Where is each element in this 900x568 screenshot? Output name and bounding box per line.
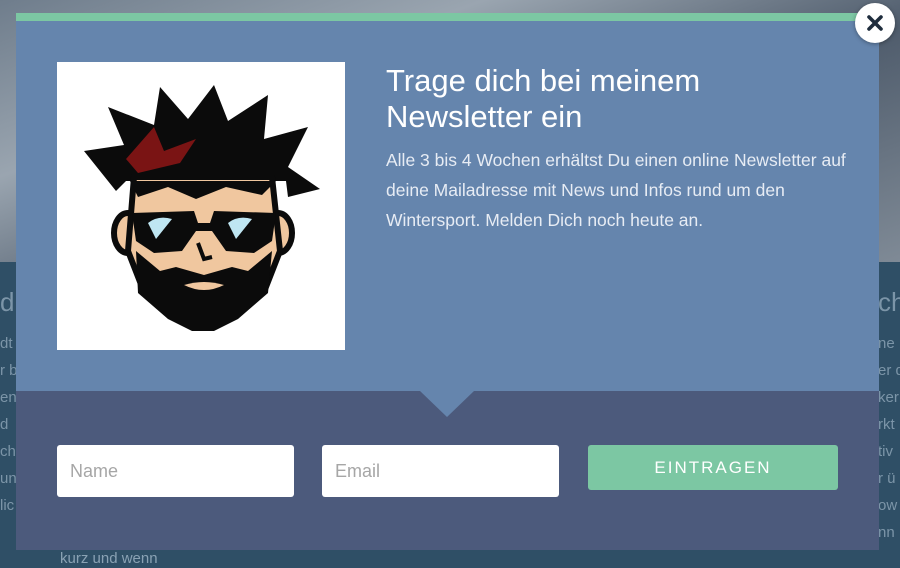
modal-description: Alle 3 bis 4 Wochen erhältst Du einen on…: [386, 150, 846, 230]
newsletter-modal: Trage dich bei meinem Newsletter ein All…: [16, 13, 879, 550]
background-heading-left: d: [0, 287, 15, 317]
close-button[interactable]: [855, 3, 895, 43]
modal-notch: [420, 391, 474, 417]
background-footer-text: kurz und wenn: [60, 550, 158, 567]
background-text-right: ne er d ker rkt tiv r ü ow nn: [878, 335, 900, 541]
email-input[interactable]: [322, 445, 559, 497]
avatar: [57, 62, 345, 350]
name-input[interactable]: [57, 445, 294, 497]
bearded-sunglasses-avatar-icon: [84, 85, 320, 331]
modal-title: Trage dich bei meinem Newsletter ein: [386, 63, 701, 134]
modal-accent-bar: [16, 13, 879, 21]
background-heading-right: ch: [878, 287, 900, 317]
close-icon: [867, 15, 883, 31]
subscribe-button[interactable]: EINTRAGEN: [588, 445, 838, 490]
